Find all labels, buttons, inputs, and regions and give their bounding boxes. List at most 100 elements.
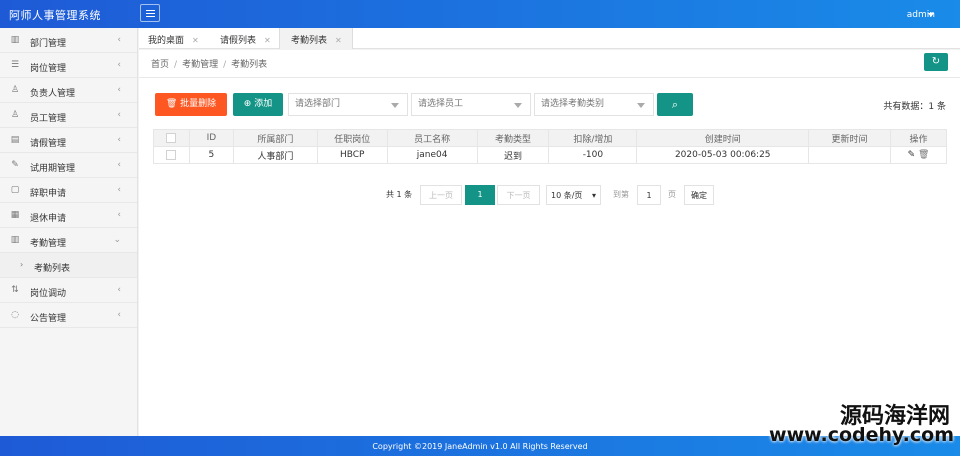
calendar-icon: ▦ — [10, 210, 20, 220]
sidebar-subitem-label: 考勤列表 — [34, 264, 71, 274]
chevron-left-icon: ‹ — [117, 210, 121, 220]
user-icon: ♙ — [10, 110, 20, 120]
sidebar-item-resignation[interactable]: ▢ 辞职申请 ‹ — [0, 178, 137, 203]
row-checkbox[interactable] — [166, 149, 177, 160]
page-size-value: 10 条/页 — [551, 191, 583, 200]
chevron-left-icon: ‹ — [117, 110, 121, 120]
select-all-cell — [153, 129, 190, 147]
sidebar-item-leave[interactable]: ▤ 请假管理 ‹ — [0, 128, 137, 153]
cell-actions: ✎ 🗑 — [890, 146, 947, 164]
page-unit-label: 页 — [668, 190, 676, 199]
sidebar-item-transfer[interactable]: ⇅ 岗位调动 ‹ — [0, 278, 137, 303]
department-select-placeholder: 请选择部门 — [295, 99, 341, 109]
sidebar-item-label: 退休申请 — [30, 214, 67, 224]
edit-icon: ✎ — [11, 160, 19, 170]
tab-attendance-list[interactable]: 考勤列表 ✕ — [279, 28, 353, 49]
breadcrumb-current: 考勤列表 — [231, 60, 268, 70]
select-all-checkbox[interactable] — [166, 132, 177, 143]
tab-bar: 我的桌面 ✕ 请假列表 ✕ 考勤列表 ✕ — [139, 28, 960, 49]
sidebar-item-label: 员工管理 — [30, 114, 67, 124]
sidebar-item-manager[interactable]: ♙ 负责人管理 ‹ — [0, 78, 137, 103]
close-icon[interactable]: ✕ — [264, 36, 271, 45]
header-id: ID — [188, 129, 234, 147]
chevron-down-icon: ⌄ — [113, 235, 121, 245]
sidebar-item-label: 负责人管理 — [30, 89, 76, 99]
goto-page-input[interactable]: 1 — [637, 185, 661, 205]
cell-attendance-type: 迟到 — [476, 146, 550, 164]
chevron-down-icon — [637, 103, 645, 108]
chevron-left-icon: ‹ — [117, 160, 121, 170]
cell-id: 5 — [188, 146, 234, 164]
chevron-left-icon: ‹ — [117, 310, 121, 320]
chevron-left-icon: ‹ — [117, 60, 121, 70]
sidebar-item-attendance[interactable]: ▥ 考勤管理 ⌄ — [0, 228, 137, 253]
sidebar-item-staff[interactable]: ♙ 员工管理 ‹ — [0, 103, 137, 128]
chevron-down-icon[interactable] — [928, 13, 934, 17]
close-icon[interactable]: ✕ — [192, 36, 199, 45]
breadcrumb-attendance[interactable]: 考勤管理 — [182, 60, 218, 70]
row-select-cell — [153, 146, 190, 164]
current-page-button[interactable]: 1 — [465, 185, 495, 205]
sidebar-subitem-attendance-list[interactable]: › 考勤列表 — [0, 253, 137, 278]
add-label: 添加 — [254, 99, 273, 109]
refresh-icon[interactable]: ↻ — [924, 53, 948, 71]
tab-leave-list[interactable]: 请假列表 ✕ — [220, 28, 271, 49]
page-size-select[interactable]: 10 条/页 ▾ — [546, 185, 601, 205]
delete-icon[interactable]: 🗑 — [918, 150, 929, 160]
sidebar-item-label: 岗位调动 — [30, 289, 67, 299]
sidebar-item-label: 岗位管理 — [30, 64, 67, 74]
divider — [139, 77, 960, 78]
sidebar-item-label: 部门管理 — [30, 39, 67, 49]
sidebar-item-notice[interactable]: ◌ 公告管理 ‹ — [0, 303, 137, 328]
chevron-down-icon: ▾ — [591, 191, 596, 200]
edit-icon[interactable]: ✎ — [908, 150, 916, 160]
header-updated-time: 更新时间 — [808, 129, 891, 147]
next-page-button[interactable]: 下一页 — [497, 185, 540, 205]
sidebar-item-label: 辞职申请 — [30, 189, 67, 199]
search-icon: ⌕ — [671, 98, 679, 111]
add-button[interactable]: ⊕ 添加 — [233, 93, 283, 116]
cell-position: HBCP — [316, 146, 388, 164]
attendance-type-select[interactable]: 请选择考勤类别 — [534, 93, 654, 116]
close-icon[interactable]: ✕ — [335, 36, 342, 45]
cell-staff-name: jane04 — [386, 146, 478, 164]
department-select[interactable]: 请选择部门 — [288, 93, 408, 116]
chevron-left-icon: ‹ — [117, 85, 121, 95]
search-button[interactable]: ⌕ — [657, 93, 693, 116]
transfer-icon: ⇅ — [11, 285, 19, 295]
header-position: 任职岗位 — [316, 129, 388, 147]
sidebar-item-position[interactable]: ☰ 岗位管理 ‹ — [0, 53, 137, 78]
goto-confirm-button[interactable]: 确定 — [684, 185, 714, 205]
chevron-left-icon: ‹ — [117, 35, 121, 45]
watermark-url: www.codehy.com — [769, 424, 954, 446]
plus-circle-icon: ⊕ — [243, 99, 252, 109]
breadcrumb: 首页 / 考勤管理 / 考勤列表 — [151, 60, 268, 70]
header-staff-name: 员工名称 — [386, 129, 478, 147]
menu-toggle-icon[interactable] — [140, 4, 160, 22]
cell-deduction: -100 — [548, 146, 638, 164]
staff-select[interactable]: 请选择员工 — [411, 93, 531, 116]
batch-delete-button[interactable]: 🗑 批量删除 — [155, 93, 227, 116]
pager-total: 共 1 条 — [386, 190, 413, 199]
tab-desktop[interactable]: 我的桌面 ✕ — [148, 28, 199, 49]
trash-icon: 🗑 — [165, 99, 178, 109]
header-created-time: 创建时间 — [636, 129, 810, 147]
sidebar-item-probation[interactable]: ✎ 试用期管理 ‹ — [0, 153, 137, 178]
header-actions: 操作 — [890, 129, 947, 147]
batch-delete-label: 批量删除 — [180, 99, 217, 109]
sidebar-item-department[interactable]: ▥ 部门管理 ‹ — [0, 28, 137, 53]
cell-updated-time — [808, 146, 891, 164]
breadcrumb-home[interactable]: 首页 — [151, 60, 169, 70]
header-deduction: 扣除/增加 — [548, 129, 638, 147]
chevron-left-icon: ‹ — [117, 135, 121, 145]
prev-page-button[interactable]: 上一页 — [420, 185, 462, 205]
tab-label: 请假列表 — [220, 36, 257, 46]
chevron-left-icon: ‹ — [117, 285, 121, 295]
sidebar-item-retirement[interactable]: ▦ 退休申请 ‹ — [0, 203, 137, 228]
top-header: 阿师人事管理系统 admin — [0, 0, 960, 28]
notice-icon: ◌ — [11, 310, 19, 320]
app-title: 阿师人事管理系统 — [9, 9, 101, 22]
file-icon: ▢ — [10, 185, 20, 195]
chevron-down-icon — [391, 103, 399, 108]
sidebar: ▥ 部门管理 ‹ ☰ 岗位管理 ‹ ♙ 负责人管理 ‹ ♙ 员工管理 ‹ ▤ 请… — [0, 28, 138, 436]
